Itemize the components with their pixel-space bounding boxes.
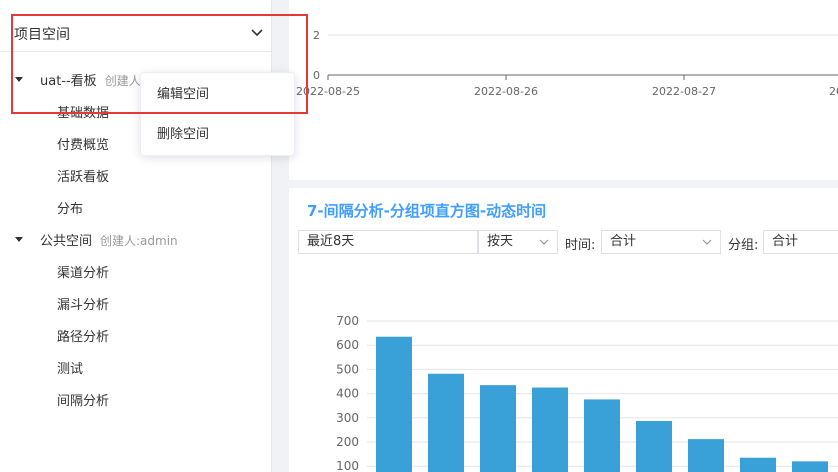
tree-leaf-label: 渠道分析 [57, 266, 110, 281]
histogram-bar[interactable] [376, 336, 412, 472]
y-tick-label: 100 [336, 459, 359, 472]
tree-leaf-label: 漏斗分析 [57, 298, 110, 313]
sidebar: 项目空间 uat--看板 创建人 基础数据 付费概览 活跃看板 分布 公共空间 创建… [0, 0, 272, 472]
histogram-bar[interactable] [688, 439, 724, 472]
x-tick-label: 2022-08-26 [474, 85, 538, 98]
tree-leaf[interactable]: 路径分析 [0, 320, 272, 352]
histogram-bar[interactable] [740, 457, 776, 472]
tree-node-creator: 创建人 [104, 74, 141, 88]
y-tick-label: 200 [336, 435, 359, 449]
tree-leaf[interactable]: 漏斗分析 [0, 288, 272, 320]
x-tick-label: 20 [829, 85, 838, 98]
y-tick-label: 0 [313, 69, 320, 82]
histogram-bar[interactable] [584, 399, 620, 472]
y-tick-label: 2 [313, 29, 320, 42]
histogram-chart: 700 600 500 400 300 200 100 [336, 314, 838, 472]
tree-node-public[interactable]: 公共空间 创建人:admin [0, 224, 272, 256]
tree-leaf-label: 付费概览 [57, 138, 110, 153]
tree-node-label: uat--看板 创建人 [40, 74, 141, 89]
delete-space-menu-item[interactable]: 删除空间 [141, 115, 296, 155]
top-axis-chart: 2 0 2022-08-25 2022-08-26 2022-08-27 20 [296, 29, 838, 98]
y-tick-label: 300 [336, 411, 359, 425]
caret-down-icon[interactable] [14, 234, 24, 244]
top-chart-panel: 2 0 2022-08-25 2022-08-26 2022-08-27 20 [289, 0, 838, 180]
tree-leaf-label: 活跃看板 [57, 170, 110, 185]
caret-down-icon[interactable] [14, 74, 24, 84]
space-context-menu: 编辑空间 删除空间 [140, 72, 295, 156]
tree-leaf-label: 分布 [57, 202, 84, 217]
edit-space-menu-item[interactable]: 编辑空间 [141, 75, 296, 115]
y-tick-label: 600 [336, 338, 359, 352]
tree-leaf-label: 间隔分析 [57, 394, 110, 409]
tree-leaf[interactable]: 渠道分析 [0, 256, 272, 288]
x-tick-label: 2022-08-25 [296, 85, 360, 98]
y-tick-label: 700 [336, 314, 359, 328]
y-tick-label: 500 [336, 362, 359, 376]
space-selector[interactable]: 项目空间 [0, 12, 272, 52]
tree-leaf[interactable]: 测试 [0, 352, 272, 384]
tree-leaf-label: 路径分析 [57, 330, 110, 345]
histogram-bar[interactable] [428, 373, 464, 472]
histogram-bar[interactable] [792, 461, 828, 472]
tree-leaf-label: 基础数据 [57, 106, 110, 121]
histogram-bar[interactable] [480, 385, 516, 472]
tree-node-creator: 创建人:admin [100, 234, 178, 248]
space-selector-label: 项目空间 [14, 27, 70, 43]
histogram-bar[interactable] [532, 387, 568, 472]
x-tick-label: 2022-08-27 [652, 85, 716, 98]
y-tick-label: 400 [336, 387, 359, 401]
chevron-down-icon[interactable] [250, 26, 264, 40]
tree-leaf[interactable]: 分布 [0, 192, 272, 224]
tree-leaf-label: 测试 [57, 362, 84, 377]
tree-node-label: 公共空间 创建人:admin [40, 234, 178, 249]
interval-analysis-panel: 7-间隔分析-分组项直方图-动态时间 最近8天 按天 时间: 合计 分组: 合计… [289, 188, 838, 472]
histogram-bar[interactable] [636, 420, 672, 472]
tree-leaf[interactable]: 间隔分析 [0, 384, 272, 416]
tree-leaf[interactable]: 活跃看板 [0, 160, 272, 192]
